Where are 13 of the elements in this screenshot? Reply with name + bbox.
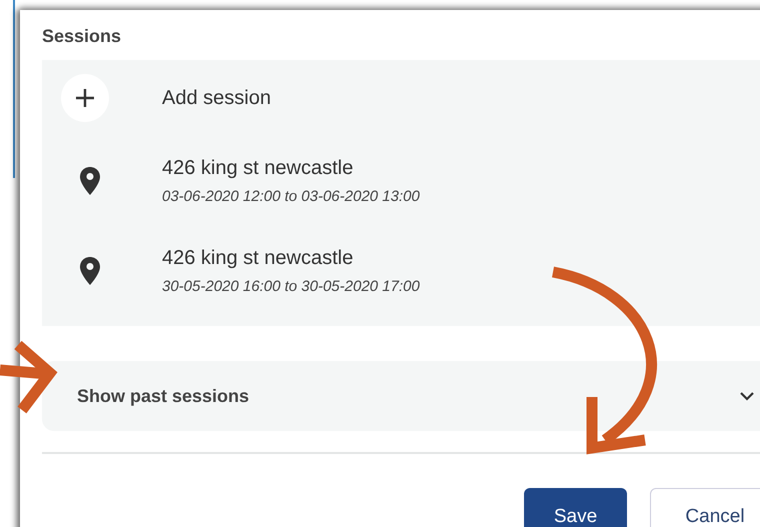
add-session-button[interactable]: Add session — [162, 86, 271, 110]
session-time: 30-05-2020 16:00 to 30-05-2020 17:00 — [162, 278, 420, 295]
cancel-button[interactable]: Cancel — [650, 488, 760, 527]
session-time: 03-06-2020 12:00 to 03-06-2020 13:00 — [162, 188, 420, 205]
section-title: Sessions — [42, 26, 122, 48]
chevron-icon — [739, 391, 755, 401]
plus-icon[interactable] — [76, 89, 94, 107]
session-location: 426 king st newcastle — [162, 247, 354, 270]
location-pin-icon — [79, 256, 101, 286]
save-button[interactable]: Save — [524, 488, 627, 527]
session-location: 426 king st newcastle — [162, 157, 354, 180]
past-sessions-expander[interactable]: Show past sessions — [42, 361, 760, 431]
location-pin-icon — [79, 166, 101, 196]
